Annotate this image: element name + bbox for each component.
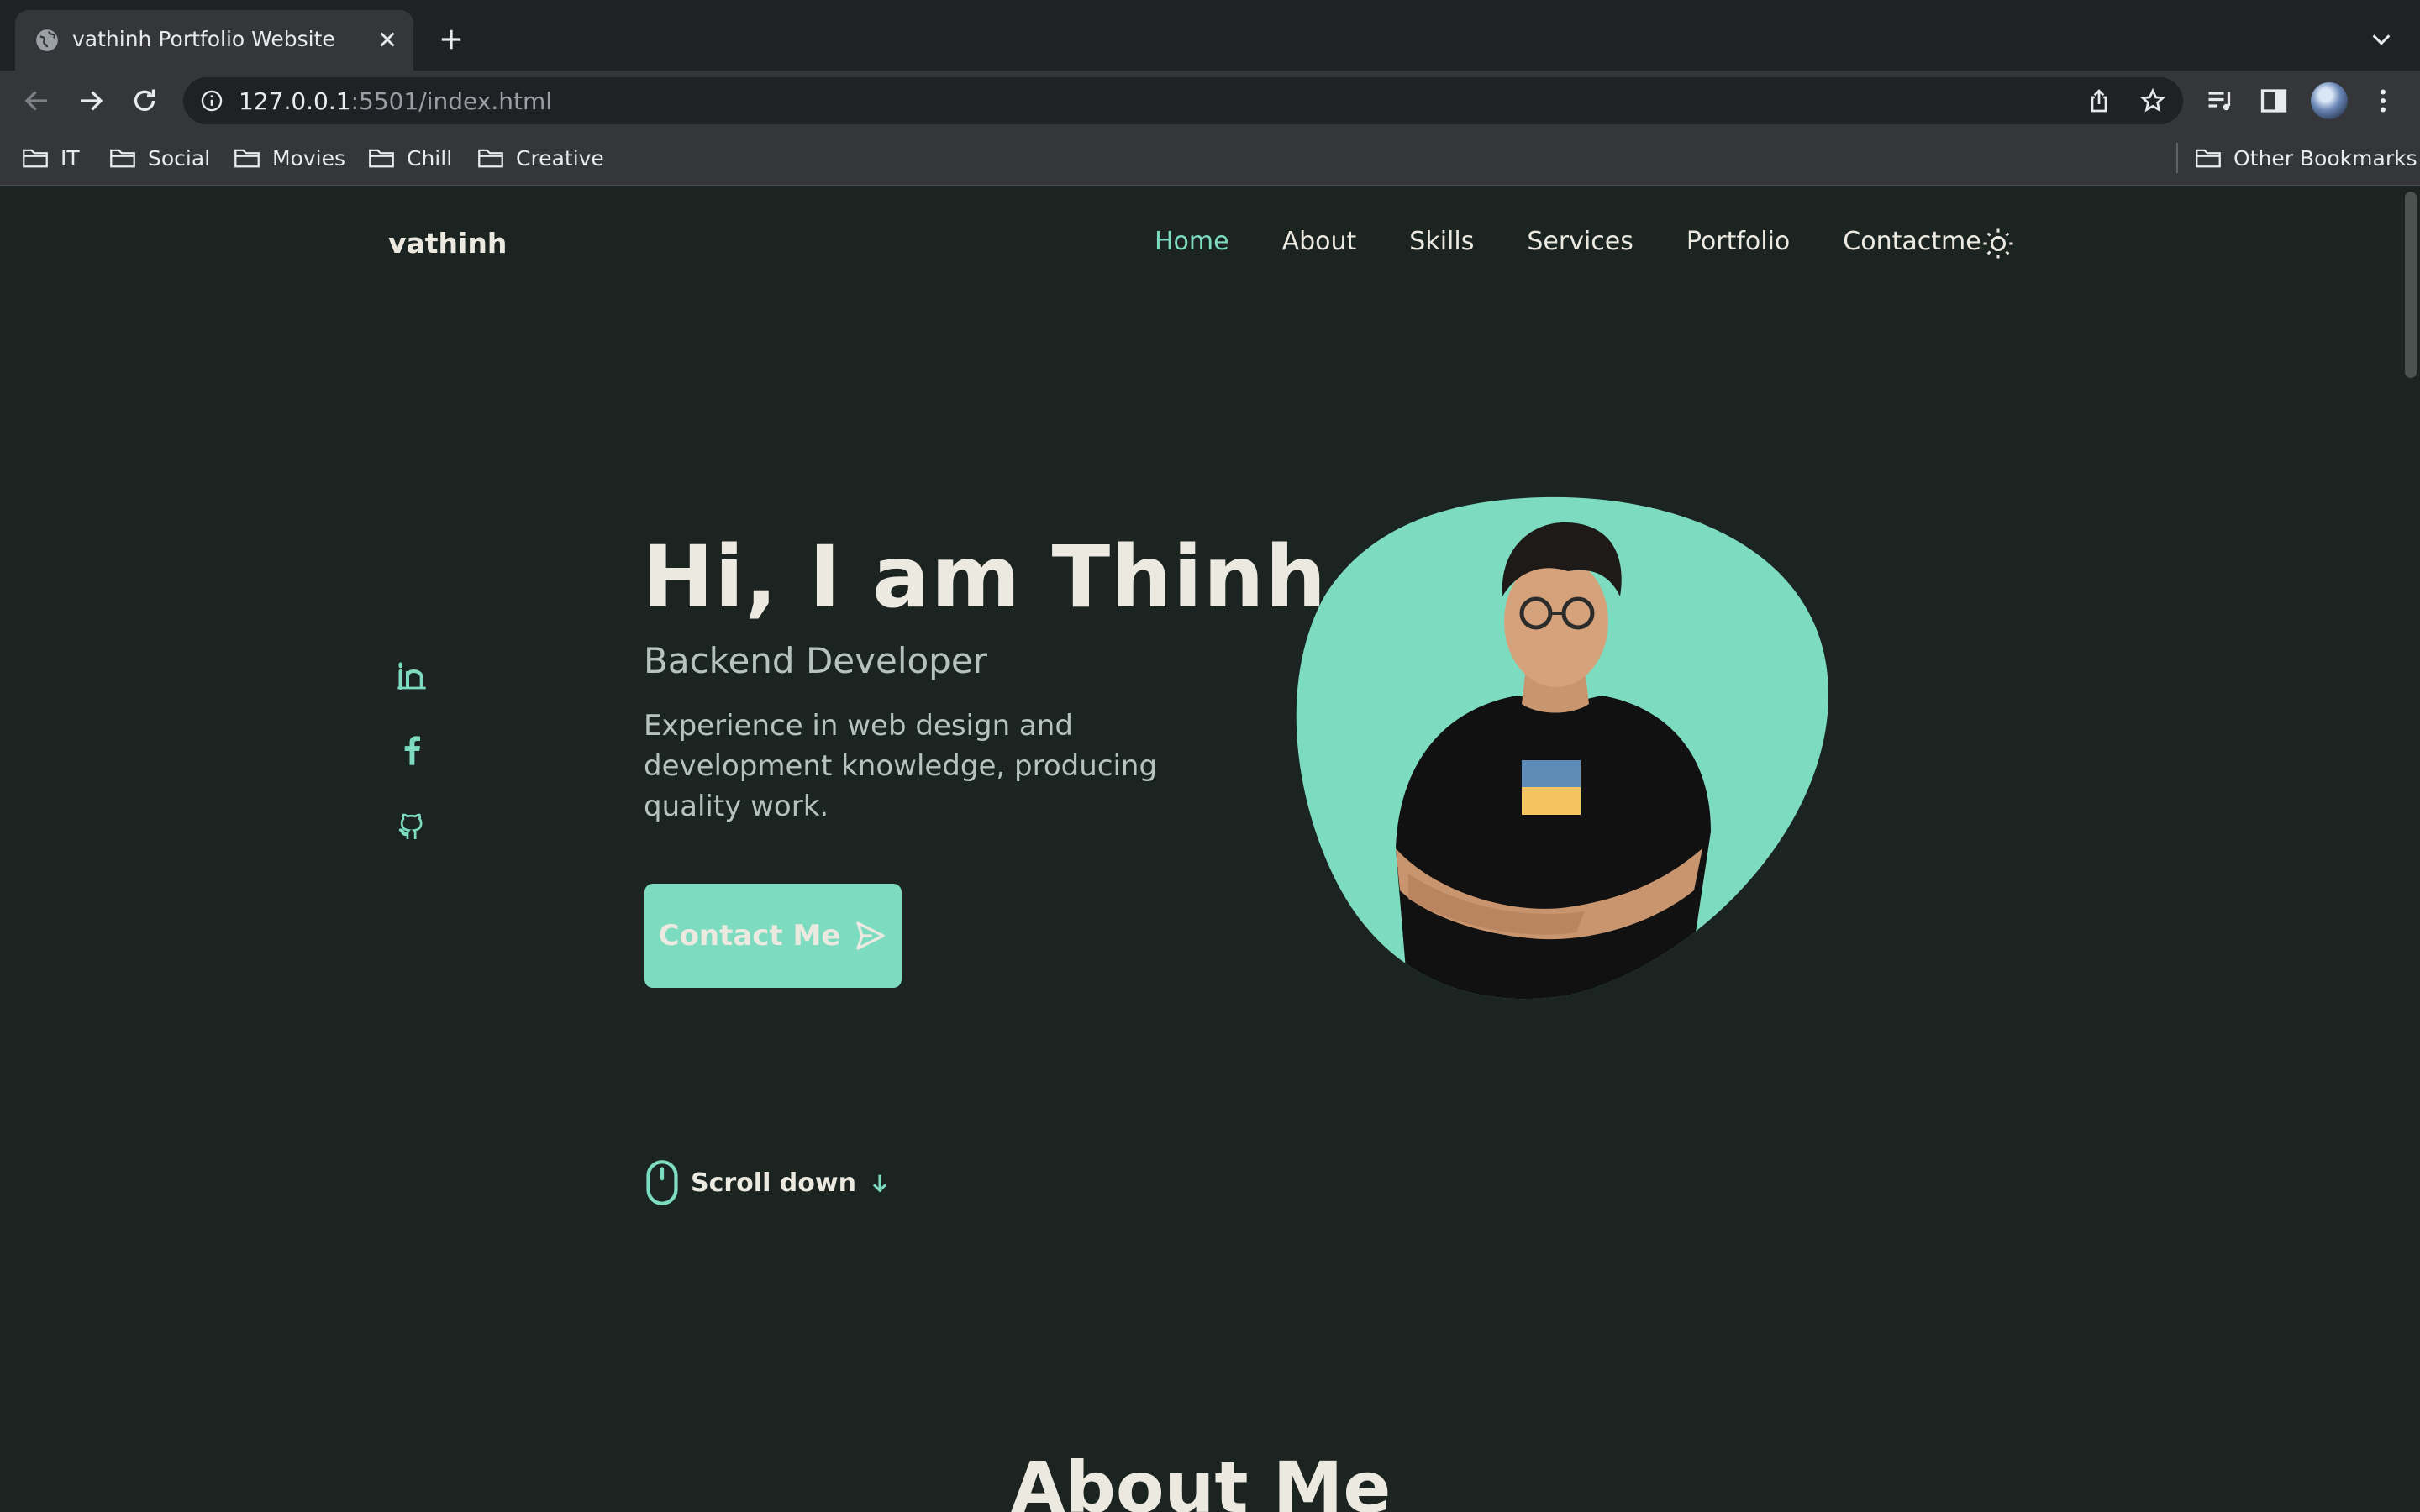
profile-avatar[interactable]	[2311, 82, 2348, 119]
bookmark-folder-it[interactable]: IT	[22, 143, 80, 173]
media-control-icon[interactable]	[2205, 86, 2235, 116]
contact-me-label: Contact Me	[658, 919, 841, 953]
bookmarks-divider	[2176, 143, 2178, 173]
page-scrollbar[interactable]	[2402, 186, 2420, 1512]
hero-description: Experience in web design and development…	[644, 709, 1158, 823]
folder-icon	[23, 149, 48, 168]
site-logo[interactable]: vathinh	[388, 227, 507, 260]
bookmark-folder-movies[interactable]: Movies	[234, 143, 345, 173]
about-section-title: About Me	[1010, 1446, 1392, 1512]
folder-icon	[110, 149, 135, 168]
info-icon[interactable]	[200, 89, 224, 113]
scroll-down-label: Scroll down	[691, 1168, 856, 1198]
nav-about[interactable]: About	[1282, 227, 1357, 256]
folder-icon	[369, 149, 394, 168]
contact-me-button[interactable]: Contact Me	[644, 884, 902, 988]
tab-title: vathinh Portfolio Website	[72, 27, 335, 51]
linkedin-icon[interactable]	[395, 659, 429, 692]
send-icon	[856, 921, 886, 950]
profile-photo	[1296, 496, 1829, 1000]
address-bar[interactable]: 127.0.0.1:5501/index.html	[183, 77, 2183, 124]
browser-toolbar: 127.0.0.1:5501/index.html	[0, 71, 2420, 131]
folder-icon	[2196, 149, 2221, 168]
nav-portfolio[interactable]: Portfolio	[1686, 227, 1790, 256]
nav-services[interactable]: Services	[1527, 227, 1634, 256]
bookmark-star-icon[interactable]	[2139, 87, 2166, 114]
scrollbar-thumb[interactable]	[2405, 192, 2417, 378]
other-bookmarks[interactable]: Other Bookmarks	[2195, 143, 2417, 173]
new-tab-icon[interactable]	[439, 27, 464, 52]
nav-skills[interactable]: Skills	[1409, 227, 1474, 256]
nav-contactme[interactable]: Contactme	[1843, 227, 1981, 256]
reload-icon[interactable]	[129, 86, 160, 116]
folder-icon	[478, 149, 503, 168]
tab-bar: vathinh Portfolio Website	[0, 0, 2420, 71]
portfolio-page: vathinh Home About Skills Services Portf…	[0, 186, 2402, 1512]
nav-home[interactable]: Home	[1155, 227, 1229, 256]
hero-title: Hi, I am Thinh	[642, 528, 1328, 627]
github-icon[interactable]	[395, 810, 429, 843]
browser-tab[interactable]: vathinh Portfolio Website	[15, 10, 413, 71]
globe-icon	[36, 29, 58, 51]
back-icon[interactable]	[22, 86, 52, 116]
forward-icon[interactable]	[76, 86, 106, 116]
hero-subtitle: Backend Developer	[644, 640, 987, 681]
sun-icon[interactable]	[1981, 227, 2015, 260]
side-panel-icon[interactable]	[2259, 86, 2289, 116]
mouse-icon	[646, 1160, 678, 1205]
chevron-down-icon[interactable]	[2370, 30, 2393, 49]
bookmark-folder-creative[interactable]: Creative	[477, 143, 604, 173]
share-icon[interactable]	[2086, 87, 2112, 114]
url-text[interactable]: 127.0.0.1:5501/index.html	[239, 87, 552, 115]
close-icon[interactable]	[375, 27, 400, 52]
more-menu-icon[interactable]	[2368, 86, 2398, 116]
main-nav: Home About Skills Services Portfolio Con…	[1155, 227, 1981, 256]
bookmark-folder-chill[interactable]: Chill	[368, 143, 452, 173]
facebook-icon[interactable]	[395, 734, 429, 768]
folder-icon	[234, 149, 260, 168]
bookmark-folder-social[interactable]: Social	[109, 143, 210, 173]
arrow-down-icon	[872, 1174, 887, 1193]
scroll-down-link[interactable]: Scroll down	[645, 1159, 892, 1206]
bookmarks-bar: IT Social Movies Chill Creative Other Bo…	[0, 131, 2420, 186]
